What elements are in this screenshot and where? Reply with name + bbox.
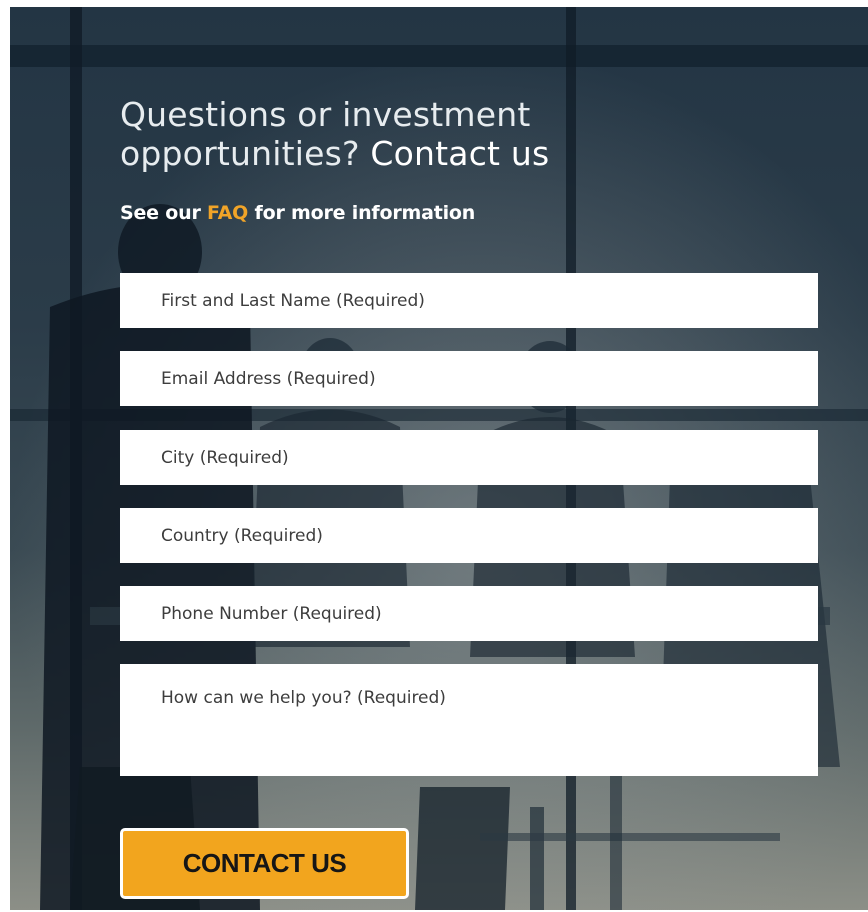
- contact-section: Questions or investment opportunities? C…: [10, 7, 868, 910]
- faq-prefix-text: See our: [120, 202, 201, 224]
- page-title: Questions or investment opportunities? C…: [120, 95, 740, 173]
- country-input[interactable]: [120, 508, 818, 563]
- phone-input[interactable]: [120, 586, 818, 641]
- title-strong-text: Contact us: [370, 134, 550, 173]
- faq-suffix-text: for more information: [254, 202, 476, 224]
- email-input[interactable]: [120, 351, 818, 406]
- faq-line: See our FAQ for more information: [120, 202, 475, 224]
- city-input[interactable]: [120, 430, 818, 485]
- name-input[interactable]: [120, 273, 818, 328]
- contact-us-button[interactable]: CONTACT US: [120, 828, 409, 899]
- faq-link[interactable]: FAQ: [207, 202, 248, 224]
- message-textarea[interactable]: [120, 664, 818, 776]
- contact-form-container: Questions or investment opportunities? C…: [10, 7, 868, 910]
